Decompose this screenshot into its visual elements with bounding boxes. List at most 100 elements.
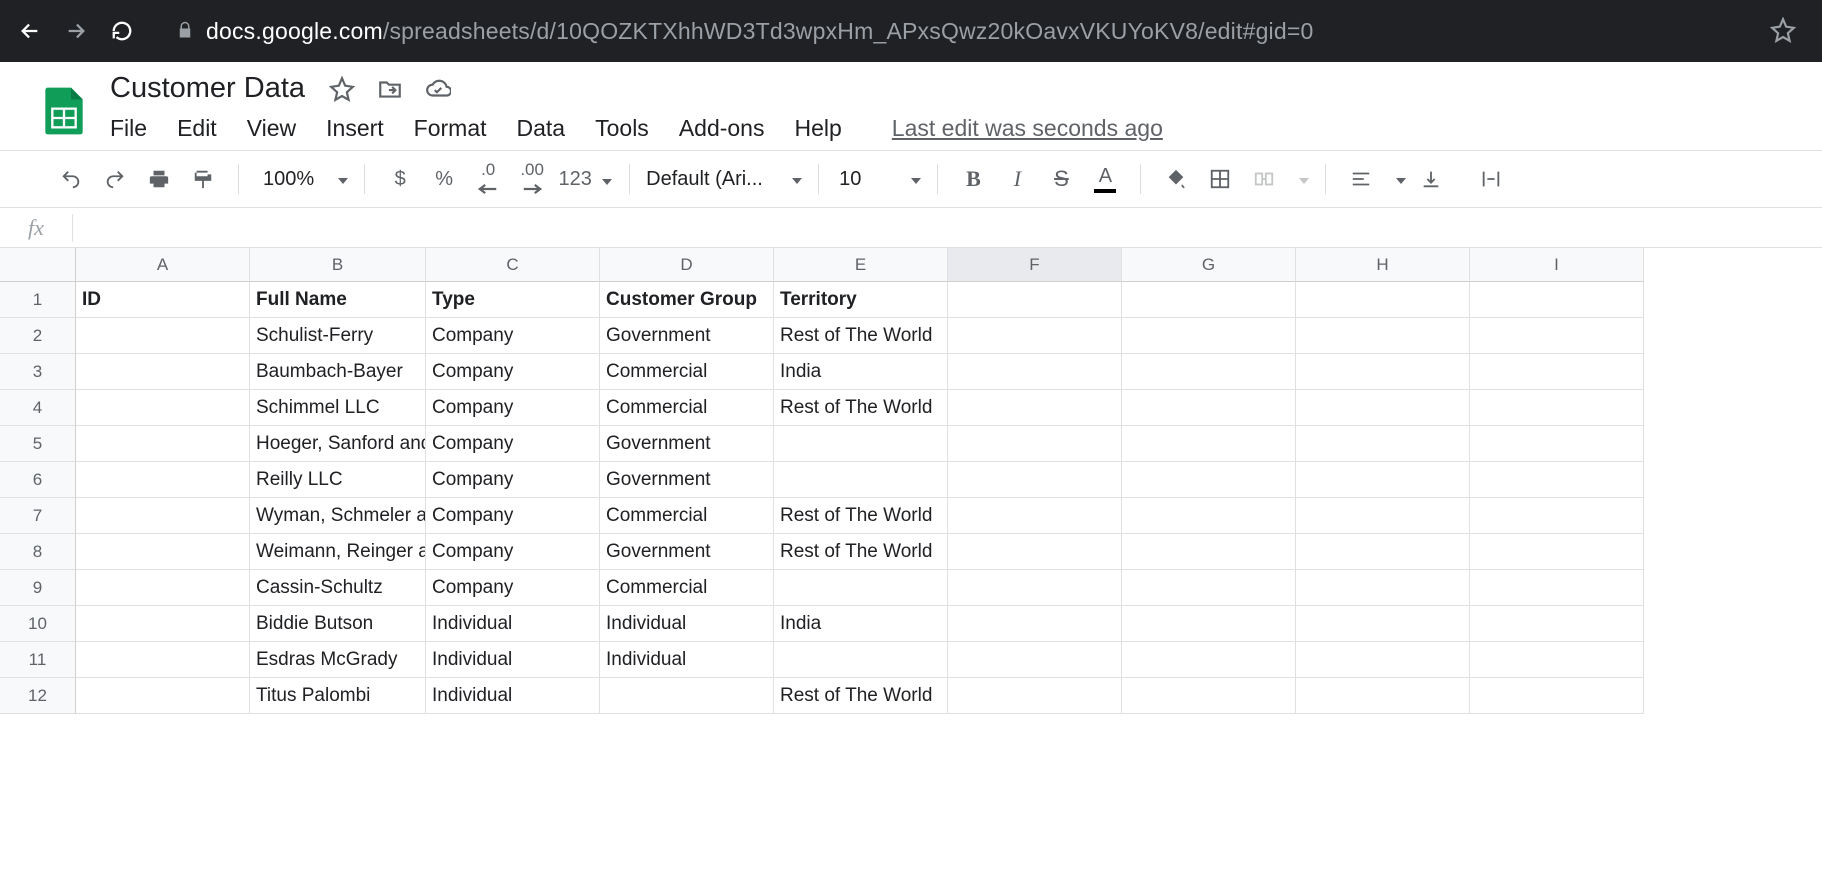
cell[interactable] bbox=[774, 462, 948, 498]
cell[interactable]: Weimann, Reinger an bbox=[250, 534, 426, 570]
cell[interactable] bbox=[1296, 534, 1470, 570]
cell[interactable] bbox=[1296, 354, 1470, 390]
cell[interactable]: Company bbox=[426, 570, 600, 606]
cell[interactable] bbox=[948, 534, 1122, 570]
row-header[interactable]: 2 bbox=[0, 318, 76, 354]
cell[interactable] bbox=[774, 642, 948, 678]
column-header[interactable]: G bbox=[1122, 248, 1296, 282]
menu-addons[interactable]: Add-ons bbox=[679, 115, 765, 142]
cell[interactable]: Government bbox=[600, 534, 774, 570]
cell[interactable]: Company bbox=[426, 462, 600, 498]
cell[interactable] bbox=[76, 678, 250, 714]
cell[interactable]: Government bbox=[600, 462, 774, 498]
format-currency-button[interactable]: $ bbox=[381, 160, 419, 198]
cell[interactable] bbox=[1122, 678, 1296, 714]
cell[interactable] bbox=[1296, 498, 1470, 534]
cell[interactable] bbox=[948, 354, 1122, 390]
cell[interactable] bbox=[1296, 606, 1470, 642]
cell[interactable]: Esdras McGrady bbox=[250, 642, 426, 678]
cell[interactable]: Wyman, Schmeler an bbox=[250, 498, 426, 534]
font-size-selector[interactable]: 10 bbox=[835, 168, 865, 191]
cell[interactable]: Commercial bbox=[600, 354, 774, 390]
cell[interactable]: Type bbox=[426, 282, 600, 318]
cell[interactable] bbox=[1122, 498, 1296, 534]
menu-help[interactable]: Help bbox=[794, 115, 841, 142]
cell[interactable]: Schimmel LLC bbox=[250, 390, 426, 426]
row-header[interactable]: 7 bbox=[0, 498, 76, 534]
cell[interactable]: Territory bbox=[774, 282, 948, 318]
row-header[interactable]: 12 bbox=[0, 678, 76, 714]
cell[interactable] bbox=[1470, 606, 1644, 642]
cell[interactable] bbox=[76, 390, 250, 426]
cell[interactable]: Company bbox=[426, 354, 600, 390]
print-button[interactable] bbox=[140, 160, 178, 198]
cell[interactable]: Baumbach-Bayer bbox=[250, 354, 426, 390]
zoom-caret-icon[interactable] bbox=[338, 171, 348, 187]
font-size-caret-icon[interactable] bbox=[911, 171, 921, 187]
select-all-corner[interactable] bbox=[0, 248, 76, 282]
decrease-decimal-button[interactable]: .0 bbox=[469, 160, 507, 198]
column-header[interactable]: D bbox=[600, 248, 774, 282]
strikethrough-button[interactable]: S bbox=[1042, 160, 1080, 198]
cell[interactable] bbox=[1122, 390, 1296, 426]
cell[interactable] bbox=[1296, 426, 1470, 462]
cell[interactable]: Rest of The World bbox=[774, 678, 948, 714]
cell[interactable] bbox=[600, 678, 774, 714]
cell[interactable] bbox=[1122, 426, 1296, 462]
cell[interactable] bbox=[1470, 534, 1644, 570]
column-header[interactable]: B bbox=[250, 248, 426, 282]
cell[interactable]: Individual bbox=[426, 678, 600, 714]
column-header[interactable]: H bbox=[1296, 248, 1470, 282]
cell[interactable] bbox=[1470, 318, 1644, 354]
cell[interactable]: Biddie Butson bbox=[250, 606, 426, 642]
cell[interactable] bbox=[948, 570, 1122, 606]
cell[interactable] bbox=[76, 354, 250, 390]
increase-decimal-button[interactable]: .00 bbox=[513, 160, 551, 198]
row-header[interactable]: 6 bbox=[0, 462, 76, 498]
cell[interactable]: Schulist-Ferry bbox=[250, 318, 426, 354]
cell[interactable] bbox=[948, 498, 1122, 534]
row-header[interactable]: 4 bbox=[0, 390, 76, 426]
menu-format[interactable]: Format bbox=[414, 115, 487, 142]
vertical-align-button[interactable] bbox=[1412, 160, 1450, 198]
cell[interactable]: Company bbox=[426, 498, 600, 534]
cell[interactable] bbox=[1296, 642, 1470, 678]
cell[interactable]: Rest of The World bbox=[774, 390, 948, 426]
bold-button[interactable]: B bbox=[954, 160, 992, 198]
cell[interactable] bbox=[76, 426, 250, 462]
cell[interactable] bbox=[1470, 462, 1644, 498]
cell[interactable] bbox=[948, 426, 1122, 462]
reload-button[interactable] bbox=[110, 19, 134, 43]
cell[interactable] bbox=[76, 570, 250, 606]
merge-cells-button[interactable] bbox=[1245, 160, 1283, 198]
cell[interactable]: Titus Palombi bbox=[250, 678, 426, 714]
redo-button[interactable] bbox=[96, 160, 134, 198]
text-wrap-button[interactable] bbox=[1472, 160, 1510, 198]
cell[interactable]: Hoeger, Sanford and bbox=[250, 426, 426, 462]
cell[interactable] bbox=[948, 282, 1122, 318]
cell[interactable]: Rest of The World bbox=[774, 534, 948, 570]
cell[interactable] bbox=[1470, 354, 1644, 390]
cloud-status-icon[interactable] bbox=[425, 76, 451, 102]
cell[interactable]: Company bbox=[426, 318, 600, 354]
row-header[interactable]: 5 bbox=[0, 426, 76, 462]
format-percent-button[interactable]: % bbox=[425, 160, 463, 198]
cell[interactable] bbox=[76, 606, 250, 642]
cell[interactable] bbox=[1296, 390, 1470, 426]
cell[interactable] bbox=[1470, 642, 1644, 678]
paint-format-button[interactable] bbox=[184, 160, 222, 198]
row-header[interactable]: 1 bbox=[0, 282, 76, 318]
cell[interactable] bbox=[1296, 318, 1470, 354]
font-caret-icon[interactable] bbox=[792, 171, 802, 187]
cell[interactable] bbox=[1470, 570, 1644, 606]
row-header[interactable]: 3 bbox=[0, 354, 76, 390]
cell[interactable]: Government bbox=[600, 426, 774, 462]
cell[interactable] bbox=[1296, 462, 1470, 498]
cell[interactable]: Individual bbox=[600, 606, 774, 642]
cell[interactable] bbox=[1122, 570, 1296, 606]
cell[interactable] bbox=[1470, 678, 1644, 714]
column-header[interactable]: E bbox=[774, 248, 948, 282]
cell[interactable] bbox=[76, 498, 250, 534]
undo-button[interactable] bbox=[52, 160, 90, 198]
cell[interactable] bbox=[1296, 282, 1470, 318]
